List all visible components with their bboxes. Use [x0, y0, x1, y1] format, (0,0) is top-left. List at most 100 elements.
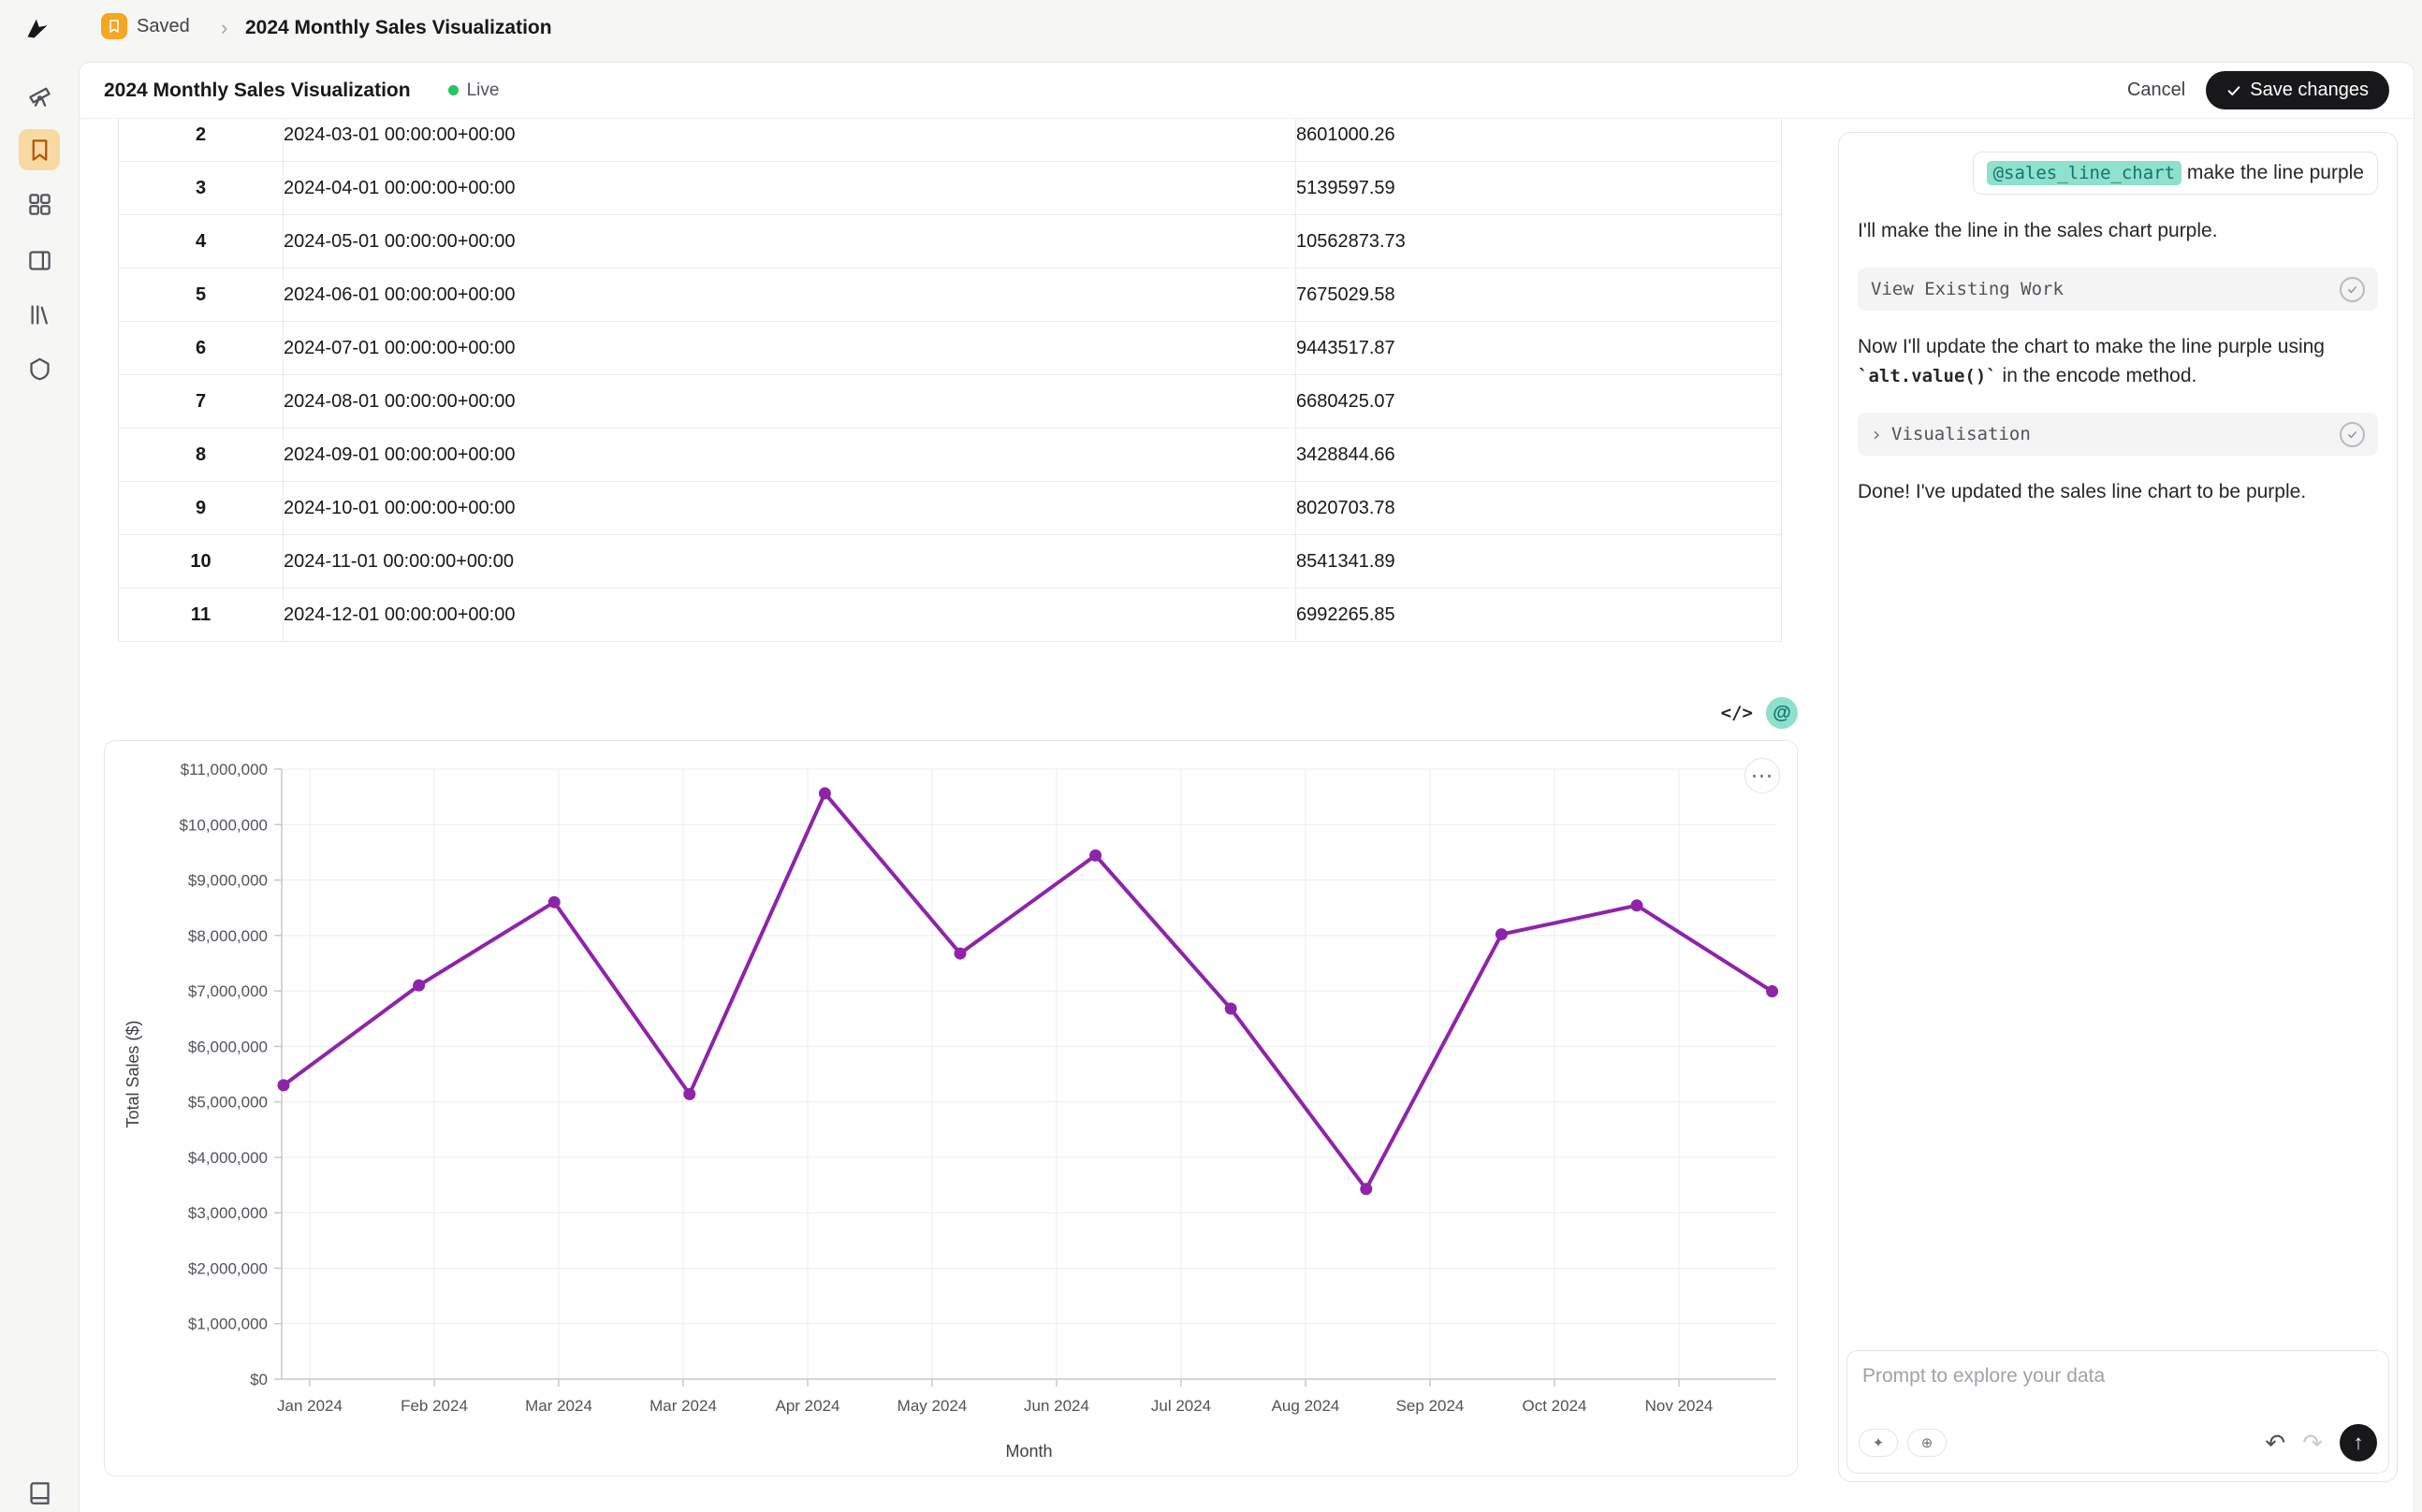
mention-chip: @sales_line_chart — [1987, 161, 2181, 185]
date-cell: 2024-05-01 00:00:00+00:00 — [284, 215, 1296, 269]
user-message: @sales_line_chart make the line purple — [1973, 152, 2378, 195]
svg-text:$1,000,000: $1,000,000 — [188, 1316, 268, 1333]
date-cell: 2024-06-01 00:00:00+00:00 — [284, 269, 1296, 322]
table-row: 112024-12-01 00:00:00+00:006992265.85 — [119, 589, 1782, 642]
chat-messages: @sales_line_chart make the line purple I… — [1839, 133, 2397, 1341]
svg-text:$9,000,000: $9,000,000 — [188, 872, 268, 890]
editor-card: 2024 Monthly Sales Visualization Live Ca… — [79, 62, 2415, 1512]
sales-line-chart: $0$1,000,000$2,000,000$3,000,000$4,000,0… — [105, 741, 1797, 1476]
sidebar — [0, 56, 79, 1512]
assistant-message-intro: I'll make the line in the sales chart pu… — [1858, 217, 2378, 245]
svg-text:Aug 2024: Aug 2024 — [1272, 1397, 1340, 1415]
logo-icon[interactable] — [24, 15, 51, 41]
svg-text:Nov 2024: Nov 2024 — [1645, 1397, 1714, 1415]
table-row: 102024-11-01 00:00:00+00:008541341.89 — [119, 535, 1782, 589]
cancel-button[interactable]: Cancel — [2127, 80, 2185, 101]
assistant-message-done: Done! I've updated the sales line chart … — [1858, 478, 2378, 506]
svg-text:$0: $0 — [250, 1371, 268, 1388]
library-icon[interactable] — [19, 294, 60, 335]
row-index-cell: 8 — [119, 429, 284, 482]
date-cell: 2024-08-01 00:00:00+00:00 — [284, 375, 1296, 429]
svg-text:Jul 2024: Jul 2024 — [1151, 1397, 1211, 1415]
table-row: 52024-06-01 00:00:00+00:007675029.58 — [119, 269, 1782, 322]
user-message-text: make the line purple — [2187, 162, 2364, 183]
svg-text:Oct 2024: Oct 2024 — [1523, 1397, 1587, 1415]
live-status-badge: Live — [448, 80, 500, 101]
send-button[interactable]: ↑ — [2340, 1424, 2377, 1461]
grid-icon[interactable] — [19, 183, 60, 225]
svg-text:Jan 2024: Jan 2024 — [277, 1397, 343, 1415]
chevron-right-icon: › — [1871, 423, 1882, 445]
date-cell: 2024-09-01 00:00:00+00:00 — [284, 429, 1296, 482]
value-cell: 8601000.26 — [1296, 119, 1782, 162]
book-icon[interactable] — [19, 1472, 60, 1512]
arrow-up-icon: ↑ — [2354, 1431, 2364, 1455]
model-pill-button[interactable]: ✦ — [1859, 1429, 1898, 1457]
table-row: 72024-08-01 00:00:00+00:006680425.07 — [119, 375, 1782, 429]
telescope-icon[interactable] — [19, 74, 60, 115]
row-index-cell: 11 — [119, 589, 284, 642]
row-index-cell: 9 — [119, 482, 284, 535]
svg-text:$11,000,000: $11,000,000 — [181, 761, 268, 778]
cell-toolbar: </> @ — [104, 693, 1798, 733]
row-index-cell: 4 — [119, 215, 284, 269]
svg-text:Feb 2024: Feb 2024 — [401, 1397, 468, 1415]
svg-text:$5,000,000: $5,000,000 — [188, 1094, 268, 1112]
undo-icon[interactable]: ↶ — [2265, 1429, 2285, 1458]
svg-text:$7,000,000: $7,000,000 — [188, 982, 268, 1000]
breadcrumb-chevron-icon: › — [221, 16, 227, 40]
check-icon — [2226, 83, 2241, 98]
value-cell: 9443517.87 — [1296, 322, 1782, 375]
saved-badge-icon — [101, 13, 127, 39]
row-index-cell: 3 — [119, 162, 284, 215]
date-cell: 2024-04-01 00:00:00+00:00 — [284, 162, 1296, 215]
svg-text:$8,000,000: $8,000,000 — [188, 927, 268, 945]
redo-icon[interactable]: ↷ — [2302, 1429, 2323, 1458]
svg-text:Mar 2024: Mar 2024 — [525, 1397, 592, 1415]
svg-text:Jun 2024: Jun 2024 — [1024, 1397, 1089, 1415]
table-row: 62024-07-01 00:00:00+00:009443517.87 — [119, 322, 1782, 375]
value-cell: 8541341.89 — [1296, 535, 1782, 589]
table-row: 42024-05-01 00:00:00+00:0010562873.73 — [119, 215, 1782, 269]
svg-text:$6,000,000: $6,000,000 — [188, 1038, 268, 1055]
app-root: Saved › 2024 Monthly Sales Visualization — [0, 0, 2422, 1512]
save-changes-button[interactable]: Save changes — [2206, 71, 2389, 109]
svg-text:Month: Month — [1005, 1442, 1052, 1461]
layout-panel-icon[interactable] — [19, 240, 60, 281]
inline-code: `alt.value()` — [1858, 366, 1997, 386]
date-cell: 2024-03-01 00:00:00+00:00 — [284, 119, 1296, 162]
live-dot-icon — [448, 85, 459, 95]
assistant-message-update: Now I'll update the chart to make the li… — [1858, 333, 2378, 390]
mention-icon[interactable]: @ — [1766, 697, 1798, 729]
chat-panel: @sales_line_chart make the line purple I… — [1838, 132, 2398, 1482]
value-cell: 8020703.78 — [1296, 482, 1782, 535]
tool-check-icon — [2340, 277, 2365, 302]
row-index-cell: 2 — [119, 119, 284, 162]
row-index-cell: 6 — [119, 322, 284, 375]
tool-block-visualisation[interactable]: › Visualisation — [1858, 413, 2378, 456]
saved-status: Saved — [101, 13, 190, 39]
chart-menu-button[interactable]: ⋯ — [1744, 758, 1780, 793]
row-index-cell: 10 — [119, 535, 284, 589]
date-cell: 2024-11-01 00:00:00+00:00 — [284, 535, 1296, 589]
code-view-icon[interactable]: </> — [1721, 703, 1753, 723]
value-cell: 6680425.07 — [1296, 375, 1782, 429]
data-source-pill-button[interactable]: ⊕ — [1907, 1429, 1947, 1457]
svg-text:$10,000,000: $10,000,000 — [179, 816, 268, 834]
svg-text:Total Sales ($): Total Sales ($) — [124, 1020, 142, 1127]
saved-label: Saved — [137, 16, 190, 37]
tool-block-view-existing-work[interactable]: View Existing Work — [1858, 268, 2378, 311]
table-row: 92024-10-01 00:00:00+00:008020703.78 — [119, 482, 1782, 535]
date-cell: 2024-10-01 00:00:00+00:00 — [284, 482, 1296, 535]
bookmark-icon[interactable] — [19, 129, 60, 170]
shield-icon[interactable] — [19, 348, 60, 389]
tool-check-icon — [2340, 422, 2365, 447]
table-row: 32024-04-01 00:00:00+00:005139597.59 — [119, 162, 1782, 215]
ellipsis-icon: ⋯ — [1751, 763, 1774, 790]
row-index-cell: 7 — [119, 375, 284, 429]
prompt-input[interactable] — [1847, 1351, 2388, 1402]
value-cell: 3428844.66 — [1296, 429, 1782, 482]
row-index-cell: 5 — [119, 269, 284, 322]
page-title: 2024 Monthly Sales Visualization — [104, 80, 411, 102]
value-cell: 5139597.59 — [1296, 162, 1782, 215]
